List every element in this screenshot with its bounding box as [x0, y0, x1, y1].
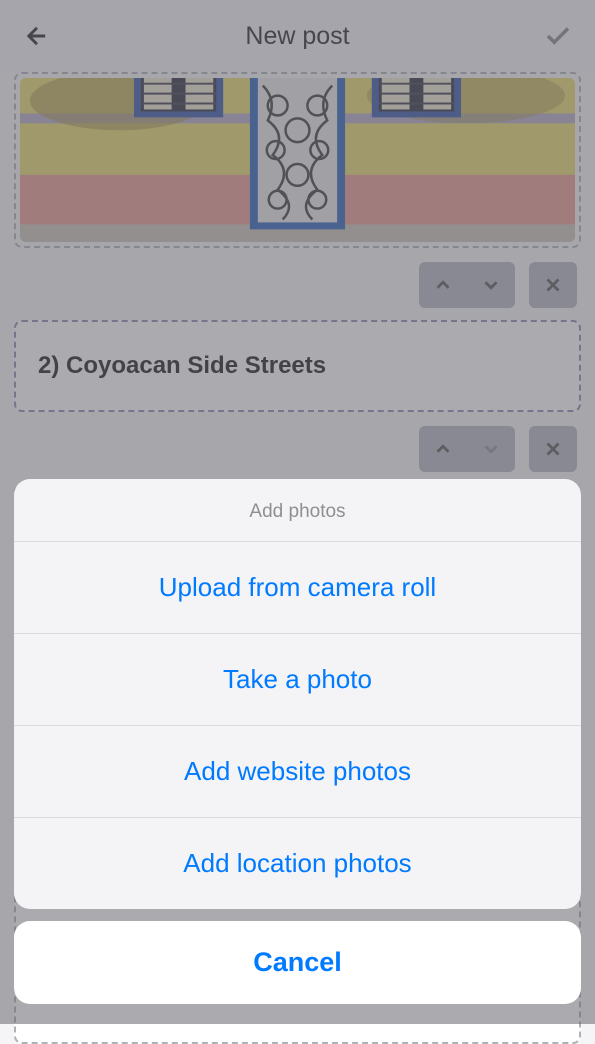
- action-sheet: Add photos Upload from camera roll Take …: [0, 479, 595, 1024]
- cancel-button[interactable]: Cancel: [14, 921, 581, 1004]
- action-sheet-options: Add photos Upload from camera roll Take …: [14, 479, 581, 909]
- add-website-photos-button[interactable]: Add website photos: [14, 726, 581, 818]
- action-sheet-title: Add photos: [14, 479, 581, 542]
- upload-camera-roll-button[interactable]: Upload from camera roll: [14, 542, 581, 634]
- add-location-photos-button[interactable]: Add location photos: [14, 818, 581, 909]
- take-photo-button[interactable]: Take a photo: [14, 634, 581, 726]
